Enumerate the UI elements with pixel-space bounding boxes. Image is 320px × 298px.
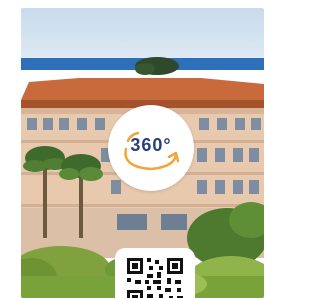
virtual-tour-card[interactable]: 360° [21,8,264,298]
qr-code-panel [115,248,195,298]
qr-code-icon [127,258,183,298]
view-360-label: 360° [130,135,172,155]
view-360-button[interactable]: 360° [108,105,194,191]
